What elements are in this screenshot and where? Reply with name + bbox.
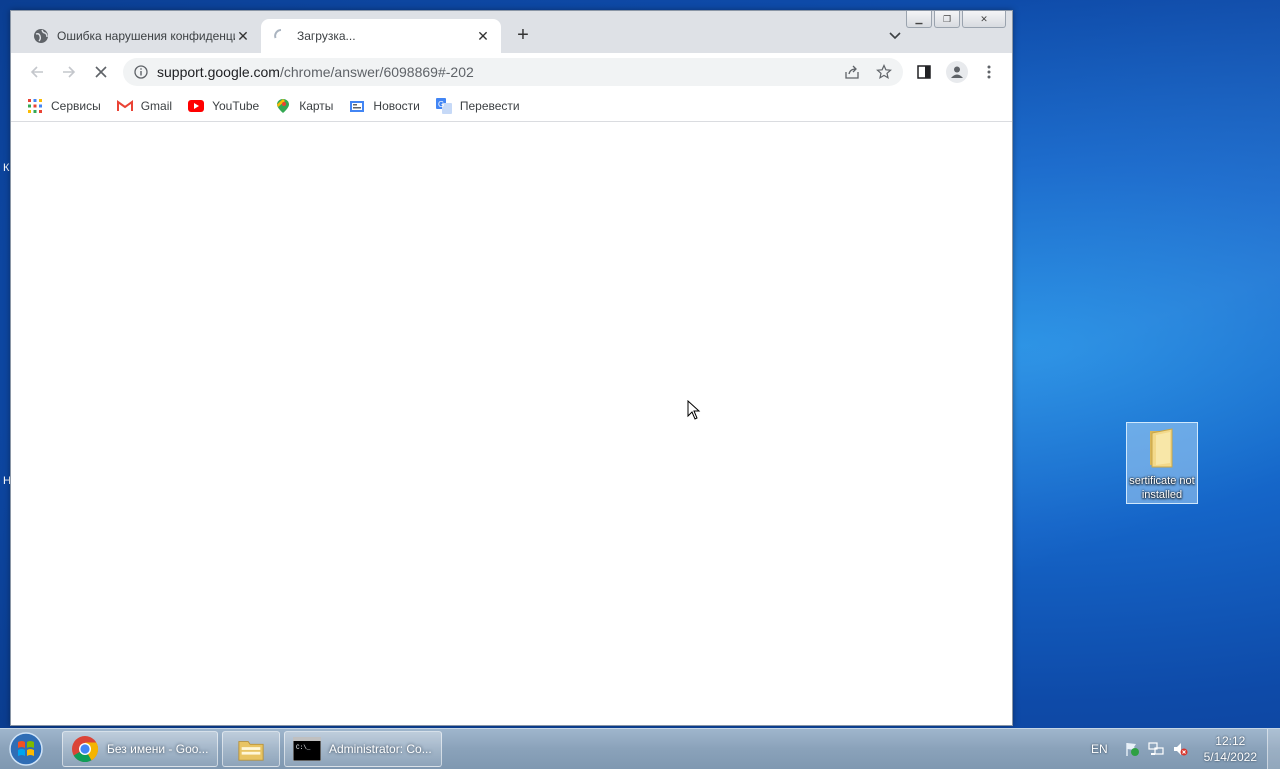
share-icon[interactable]: [844, 64, 860, 80]
command-prompt-icon: C:\_: [293, 735, 321, 763]
clock[interactable]: 12:12 5/14/2022: [1204, 733, 1257, 765]
close-tab-icon[interactable]: ✕: [235, 28, 251, 44]
file-explorer-icon: [237, 735, 265, 763]
loading-spinner-icon: [273, 28, 289, 44]
news-icon: [349, 98, 365, 114]
bookmarks-bar: Сервисы Gmail YouTube Карты Новости G Пе…: [11, 91, 1012, 122]
desktop-edge-text: К: [3, 162, 10, 174]
window-controls: ▁ ❐ ✕: [904, 11, 1006, 28]
desktop-background: [1012, 0, 1280, 728]
url-host: support.google.com: [157, 64, 280, 80]
back-arrow-icon[interactable]: [25, 60, 49, 84]
tab-privacy-error[interactable]: Ошибка нарушения конфиденциальности ✕: [21, 19, 261, 53]
bookmark-label: Сервисы: [51, 99, 101, 113]
system-tray: EN 12:12 5/14/2022: [1091, 729, 1280, 769]
bookmark-label: Gmail: [140, 99, 173, 113]
desktop-item-label: sertificate not installed: [1129, 475, 1195, 501]
globe-icon: [33, 28, 49, 44]
page-content-area[interactable]: [11, 122, 1012, 725]
tab-title: Ошибка нарушения конфиденциальности: [57, 29, 235, 43]
star-icon[interactable]: [876, 64, 892, 80]
stop-loading-icon[interactable]: [89, 60, 113, 84]
restore-button[interactable]: ❐: [934, 11, 960, 28]
taskbar-item-label: Administrator: Co...: [329, 742, 432, 756]
bookmark-label: Перевести: [459, 99, 520, 113]
close-window-button[interactable]: ✕: [962, 11, 1006, 28]
bookmark-news[interactable]: Новости: [349, 98, 420, 114]
taskbar-explorer[interactable]: [222, 731, 280, 767]
bookmark-label: Новости: [373, 99, 420, 113]
taskbar: Без имени - Goo... C:\_ Administrator: C…: [0, 728, 1280, 769]
chevron-down-icon[interactable]: [887, 28, 903, 44]
youtube-icon: [188, 98, 205, 114]
volume-muted-icon[interactable]: [1172, 741, 1188, 757]
translate-icon: G: [435, 98, 452, 114]
bookmark-translate[interactable]: G Перевести: [435, 98, 520, 114]
taskbar-command-prompt[interactable]: C:\_ Administrator: Co...: [284, 731, 442, 767]
bookmark-services[interactable]: Сервисы: [27, 98, 101, 114]
gmail-icon: [116, 98, 133, 114]
menu-kebab-icon[interactable]: [981, 64, 997, 80]
taskbar-item-label: Без имени - Goo...: [107, 742, 209, 756]
minimize-button[interactable]: ▁: [906, 11, 932, 28]
folder-icon: [1142, 427, 1182, 472]
svg-text:G: G: [438, 100, 444, 109]
show-desktop-button[interactable]: [1267, 729, 1280, 769]
action-center-flag-icon[interactable]: [1124, 741, 1140, 757]
mouse-cursor-icon: [687, 399, 701, 423]
forward-arrow-icon[interactable]: [57, 60, 81, 84]
bookmark-youtube[interactable]: YouTube: [188, 98, 259, 114]
bookmark-label: YouTube: [212, 99, 260, 113]
svg-text:C:\_: C:\_: [296, 744, 311, 751]
url-path: /chrome/answer/6098869#-202: [279, 64, 474, 80]
tab-strip: Ошибка нарушения конфиденциальности ✕ За…: [11, 11, 1012, 53]
chrome-window: Ошибка нарушения конфиденциальности ✕ За…: [10, 10, 1013, 726]
network-icon[interactable]: [1148, 741, 1164, 757]
url-text: support.google.com/chrome/answer/6098869…: [157, 64, 474, 80]
clock-date: 5/14/2022: [1203, 750, 1257, 764]
bookmark-maps[interactable]: Карты: [275, 98, 333, 114]
tab-title: Загрузка...: [297, 29, 356, 43]
profile-avatar-icon[interactable]: [946, 61, 968, 83]
side-panel-icon[interactable]: [916, 64, 932, 80]
info-icon[interactable]: [133, 64, 149, 80]
browser-toolbar: support.google.com/chrome/answer/6098869…: [11, 53, 1012, 91]
language-indicator[interactable]: EN: [1091, 742, 1108, 756]
chrome-icon: [71, 735, 99, 763]
new-tab-button[interactable]: +: [513, 24, 533, 46]
bookmark-gmail[interactable]: Gmail: [116, 98, 173, 114]
tab-loading[interactable]: Загрузка... ✕: [261, 19, 501, 53]
bookmark-label: Карты: [299, 99, 334, 113]
taskbar-chrome[interactable]: Без имени - Goo...: [62, 731, 218, 767]
desktop-folder-item[interactable]: sertificate not installed: [1126, 422, 1198, 504]
clock-time: 12:12: [1215, 734, 1246, 748]
start-button[interactable]: [6, 730, 46, 768]
apps-grid-icon: [27, 98, 43, 114]
address-bar[interactable]: support.google.com/chrome/answer/6098869…: [123, 58, 903, 86]
close-tab-icon[interactable]: ✕: [475, 28, 491, 44]
maps-icon: [275, 98, 291, 114]
